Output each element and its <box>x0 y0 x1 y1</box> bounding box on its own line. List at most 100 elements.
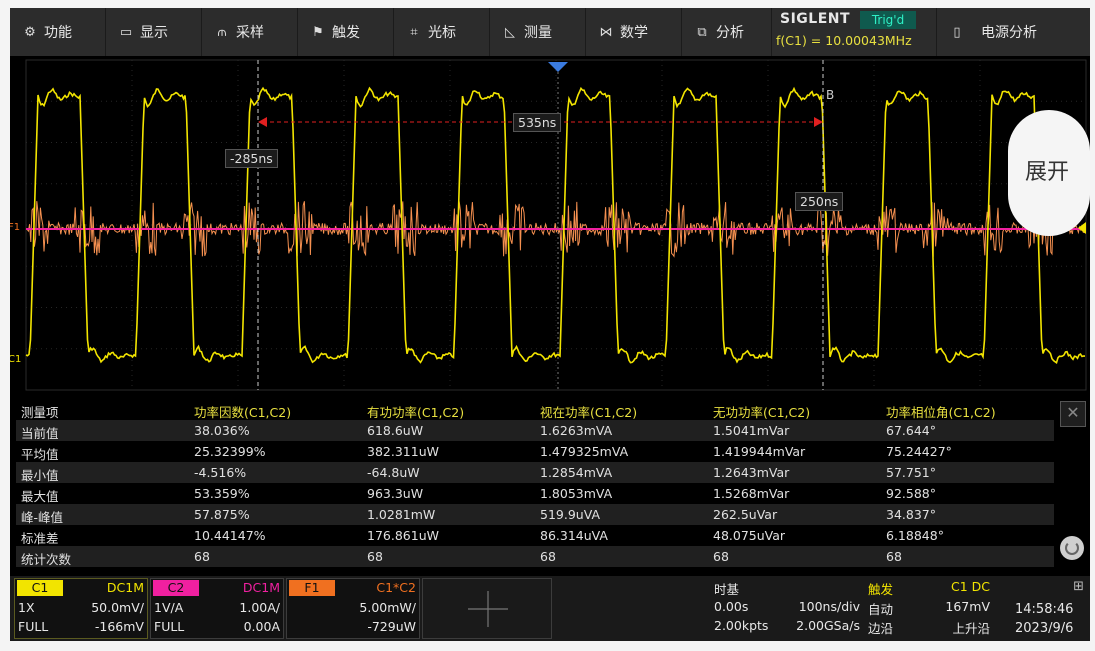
table-cell: 53.359% <box>194 486 250 501</box>
trigger-source: C1 DC <box>950 579 990 594</box>
row-label: 统计次数 <box>21 552 72 567</box>
menu-label: 分析 <box>716 25 744 41</box>
c2-probe: 1V/A <box>154 600 184 615</box>
table-cell: 176.861uW <box>367 528 439 543</box>
menu-trigger[interactable]: ⚑ 触发 <box>298 8 394 56</box>
menu-math[interactable]: ⋈ 数学 <box>586 8 682 56</box>
menu-label: 触发 <box>332 25 360 41</box>
row-label: 标准差 <box>21 531 59 546</box>
waveform-area[interactable]: 535ns -285ns 250ns B F1 C1 <box>10 56 1090 391</box>
timebase-delay: 0.00s <box>714 599 749 614</box>
table-cell: 1.6263mVA <box>540 423 613 438</box>
table-cell: 86.314uVA <box>540 528 608 543</box>
c1-tag: C1 <box>17 580 63 596</box>
column-header: 功率因数(C1,C2) <box>194 405 292 420</box>
table-header: 测量项 功率因数(C1,C2) 有功功率(C1,C2) 视在功率(C1,C2) … <box>16 399 1054 420</box>
cursor-b-tag: B <box>826 88 835 102</box>
row-label: 最小值 <box>21 468 59 483</box>
timebase-panel[interactable]: 时基 0.00s 100ns/div 2.00kpts 2.00GSa/s <box>710 578 860 639</box>
channel-c2-box[interactable]: C2 DC1M 1V/A 1.00A/ FULL 0.00A <box>150 578 284 639</box>
trigger-slope: 上升沿 <box>952 621 990 636</box>
table-row: 标准差 10.44147% 176.861uW 86.314uVA 48.075uVar… <box>16 525 1054 546</box>
table-cell: 34.837° <box>886 507 936 522</box>
menu-label: 电源分析 <box>981 25 1037 41</box>
menu-display[interactable]: ▭ 显示 <box>106 8 202 56</box>
table-cell: 68 <box>367 549 383 564</box>
gear-icon: ⚙ <box>24 24 36 40</box>
trigger-type: 边沿 <box>868 621 894 636</box>
table-cell: 68 <box>194 549 210 564</box>
column-header: 视在功率(C1,C2) <box>540 405 638 420</box>
menu-measure[interactable]: ◺ 测量 <box>490 8 586 56</box>
cursor-delta-label: 535ns <box>513 113 562 132</box>
trigger-panel[interactable]: 触发 C1 DC 自动 167mV 边沿 上升沿 <box>864 578 992 639</box>
table-cell: 10.44147% <box>194 528 266 543</box>
battery-icon: ▯ <box>953 24 961 40</box>
c1-coupling: DC1M <box>106 580 144 595</box>
c1-offset-marker: C1 <box>10 354 22 365</box>
table-cell: 1.419944mVar <box>713 444 806 459</box>
row-label: 峰-峰值 <box>21 510 64 525</box>
c1-offset: -166mV <box>94 619 144 634</box>
trigger-title: 触发 <box>868 582 894 597</box>
table-cell: 1.479325mVA <box>540 444 629 459</box>
table-row: 最大值 53.359% 963.3uW 1.8053mVA 1.5268mVar 92.5… <box>16 483 1054 504</box>
column-header: 有功功率(C1,C2) <box>367 405 465 420</box>
channel-c1-box[interactable]: C1 DC1M 1X 50.0mV/ FULL -166mV <box>14 578 148 639</box>
f1-offset: -729uW <box>367 619 416 634</box>
timebase-title: 时基 <box>714 582 740 597</box>
clock-panel: ⊞ 14:58:46 2023/9/6 <box>995 578 1090 639</box>
f1-tag: F1 <box>289 580 335 596</box>
menu-label: 测量 <box>524 25 552 41</box>
cursor-icon: ⌗ <box>410 24 418 40</box>
f1-offset-marker: F1 <box>10 222 21 233</box>
f1-formula: C1*C2 <box>376 580 416 595</box>
cursor-b-label: 250ns <box>795 192 844 211</box>
close-measurement-button[interactable]: ✕ <box>1060 401 1086 427</box>
network-icon: ⊞ <box>1073 579 1084 594</box>
c2-scale: 1.00A/ <box>239 600 280 615</box>
math-icon: ⋈ <box>599 24 613 40</box>
table-row: 当前值 38.036% 618.6uW 1.6263mVA 1.5041mVar 67.6… <box>16 420 1054 441</box>
table-cell: -64.8uW <box>367 465 420 480</box>
menu-label: 采样 <box>236 25 264 41</box>
table-row: 平均值 25.32399% 382.311uW 1.479325mVA 1.419944… <box>16 441 1054 462</box>
table-cell: 75.24427° <box>886 444 952 459</box>
c1-bandwidth: FULL <box>18 619 49 634</box>
trigger-level: 167mV <box>945 599 990 614</box>
table-cell: 963.3uW <box>367 486 424 501</box>
c2-offset: 0.00A <box>243 619 280 634</box>
menu-label: 功能 <box>44 25 72 41</box>
refresh-icon[interactable] <box>1060 536 1084 560</box>
status-panel: SIGLENT Trig'd f(C1) = 10.00043MHz <box>772 8 937 56</box>
brand-logo: SIGLENT <box>780 11 851 27</box>
display-icon: ▭ <box>119 24 133 40</box>
table-cell: 67.644° <box>886 423 936 438</box>
menu-power-analysis[interactable]: ▯ 电源分析 <box>937 8 1090 56</box>
function-f1-box[interactable]: F1 C1*C2 5.00mW/ -729uW <box>286 578 420 639</box>
column-header: 功率相位角(C1,C2) <box>886 405 996 420</box>
sample-rate: 2.00GSa/s <box>796 618 860 633</box>
menu-label: 数学 <box>620 25 648 41</box>
menu-cursor[interactable]: ⌗ 光标 <box>394 8 490 56</box>
menu-label: 光标 <box>428 25 456 41</box>
expand-button[interactable]: 展开 <box>1008 110 1090 236</box>
add-channel-button[interactable] <box>422 578 552 639</box>
trigger-status-badge: Trig'd <box>860 11 916 29</box>
measure-icon: ◺ <box>505 24 515 40</box>
menu-function[interactable]: ⚙ 功能 <box>10 8 106 56</box>
plus-icon <box>468 591 508 627</box>
menu-acquire[interactable]: ⫙ 采样 <box>202 8 298 56</box>
menu-bar: ⚙ 功能 ▭ 显示 ⫙ 采样 ⚑ 触发 ⌗ 光标 ◺ 测量 ⋈ 数学 ⧉ 分析 <box>10 8 1090 56</box>
table-cell: 262.5uVar <box>713 507 778 522</box>
timebase-scale: 100ns/div <box>798 599 860 614</box>
menu-analysis[interactable]: ⧉ 分析 <box>682 8 772 56</box>
cursor-a-label: -285ns <box>225 149 278 168</box>
table-cell: 1.5041mVar <box>713 423 790 438</box>
table-cell: 519.9uVA <box>540 507 601 522</box>
table-cell: 92.588° <box>886 486 936 501</box>
clock-date: 2023/9/6 <box>1015 621 1074 636</box>
menu-label: 显示 <box>140 25 168 41</box>
c1-probe: 1X <box>18 600 35 615</box>
table-row: 最小值 -4.516% -64.8uW 1.2854mVA 1.2643mVar 57.7… <box>16 462 1054 483</box>
